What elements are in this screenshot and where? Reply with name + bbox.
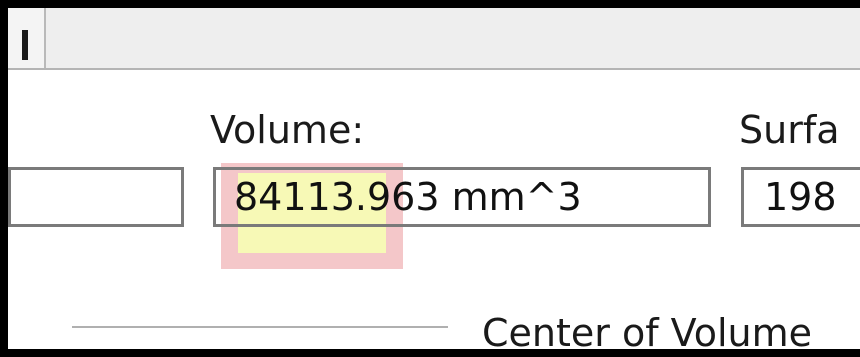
surface-label: Surfa [739, 108, 840, 152]
group-separator-line [72, 326, 448, 328]
tab-partial[interactable] [8, 8, 46, 68]
surface-field[interactable]: 198 [741, 167, 860, 227]
tab-edge-marker [22, 30, 28, 60]
left-partial-field[interactable] [8, 167, 184, 227]
window-frame: Volume: 84113.963 mm^3 Surfa 198 Center … [0, 0, 860, 357]
volume-field[interactable]: 84113.963 mm^3 [213, 167, 711, 227]
volume-value: 84113.963 mm^3 [234, 175, 582, 219]
center-of-volume-label: Center of Volume [482, 311, 813, 355]
volume-label: Volume: [210, 108, 365, 152]
surface-value: 198 [764, 175, 837, 219]
tab-strip [8, 8, 860, 70]
